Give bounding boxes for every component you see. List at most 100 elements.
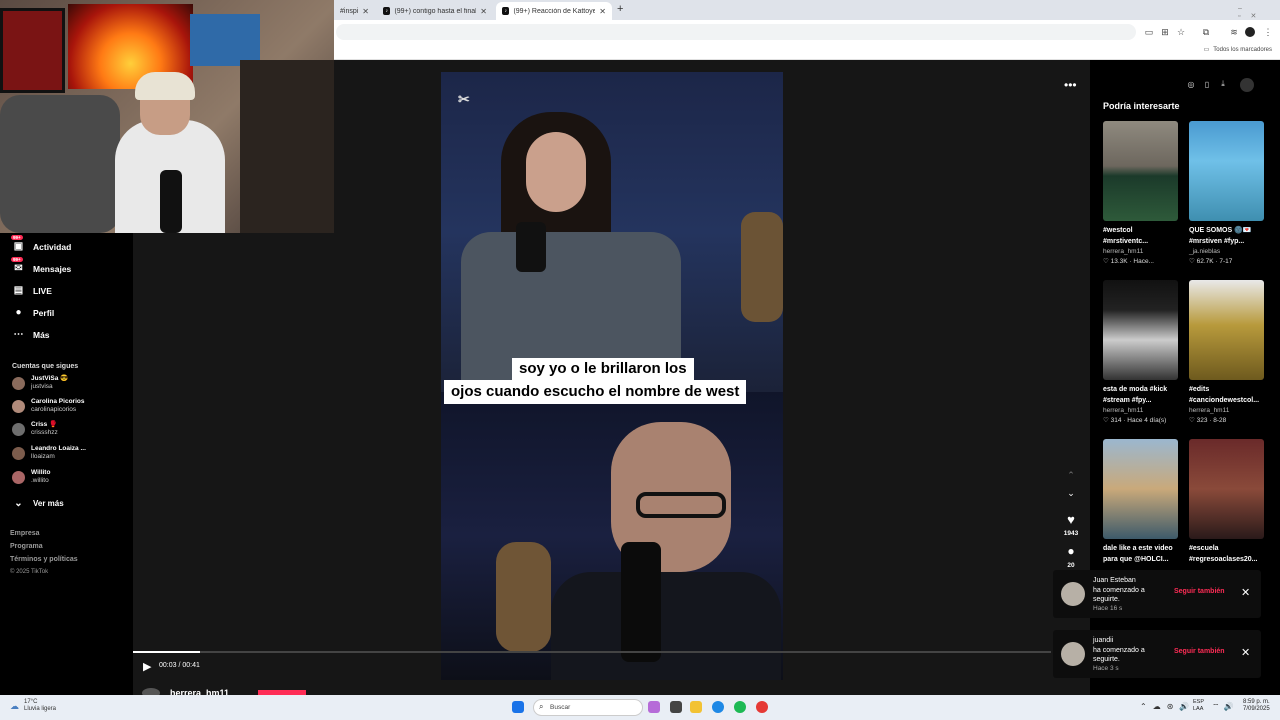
new-tab-button[interactable]: +: [617, 3, 623, 15]
footer-link[interactable]: Empresa: [10, 530, 40, 537]
sidebar-item-ms[interactable]: ⋯ Más: [12, 328, 50, 341]
next-video-icon[interactable]: ⌄: [1061, 488, 1081, 499]
browser-tab-2[interactable]: ♪ (99+) contigo hasta el final. #w ✕: [377, 2, 493, 20]
recommended-video-card[interactable]: esta de moda #kick #stream #fpy... herrera…: [1103, 280, 1179, 426]
account-avatar-icon[interactable]: [1240, 78, 1254, 92]
language-indicator[interactable]: ESP LAA: [1193, 699, 1204, 713]
network-battery-icons[interactable]: ⌔🔊: [1212, 702, 1237, 712]
account-handle: crissshzz: [31, 429, 58, 436]
menu-kebab-icon[interactable]: ⋮: [1262, 26, 1274, 38]
edge-icon[interactable]: [712, 701, 724, 713]
search-placeholder: Buscar: [550, 704, 571, 711]
close-icon[interactable]: ✕: [1241, 586, 1250, 599]
comment-icon[interactable]: ●: [1061, 544, 1081, 558]
like-heart-icon[interactable]: ♥: [1061, 512, 1081, 527]
file-explorer-icon[interactable]: [690, 701, 702, 713]
webcam-tv-screen: [190, 14, 260, 66]
system-tray-icons[interactable]: ⌃☁⊛🔊: [1140, 702, 1195, 711]
device-icon[interactable]: ▯: [1201, 78, 1213, 90]
recommended-video-card[interactable]: #westcol #mrstiventc... herrera_hm11 ♡ 13.3…: [1103, 121, 1179, 267]
search-icon: ⌕: [539, 702, 544, 711]
taskbar-clock[interactable]: 8:59 p. m. 7/09/2025: [1243, 699, 1270, 713]
spotify-icon[interactable]: [734, 701, 746, 713]
address-bar[interactable]: [336, 24, 1136, 40]
sidebar-item-actividad[interactable]: ▣ 99+ Actividad: [11, 235, 71, 253]
cast-icon[interactable]: ≋: [1228, 26, 1240, 38]
autoscroll-icon[interactable]: ◎: [1185, 78, 1197, 90]
card-title-line-2: para que @HOLCI...: [1103, 556, 1169, 563]
following-account[interactable]: JustViSa 😎 justvisa: [12, 375, 68, 391]
see-more-label: Ver más: [33, 499, 64, 508]
recommended-video-card[interactable]: QUE SOMOS 🌚💌 #mrstiven #fyp... _ja.nieblas…: [1189, 121, 1265, 267]
recommended-video-card[interactable]: #edits #canciondewestcol... herrera_hm11 ♡ …: [1189, 280, 1265, 426]
translate-icon[interactable]: ⊞: [1159, 26, 1171, 38]
video-thumbnail[interactable]: [1103, 121, 1178, 221]
following-account[interactable]: Leandro Loaiza ... lloaizam: [12, 445, 86, 461]
card-meta: ♡ 323 · 8-28: [1189, 417, 1227, 424]
taskbar-search[interactable]: Buscar: [533, 699, 643, 716]
see-more-button[interactable]: ⌄ Ver más: [12, 497, 64, 510]
layout-code: LAA: [1193, 706, 1204, 712]
previous-video-icon[interactable]: ⌃: [1061, 470, 1081, 481]
video-progress-bar[interactable]: [133, 651, 1051, 653]
card-meta: ♡ 62.7K · 7-17: [1189, 258, 1233, 265]
avatar[interactable]: [1061, 642, 1085, 666]
tiktok-icon: ♪: [383, 7, 391, 15]
card-author[interactable]: herrera_hm11: [1103, 247, 1179, 257]
bookmark-star-icon[interactable]: ☆: [1175, 26, 1187, 38]
window-controls[interactable]: –▫✕: [1238, 5, 1280, 20]
footer-link[interactable]: Programa: [10, 543, 43, 550]
following-account[interactable]: Willito .willito: [12, 469, 50, 485]
close-icon[interactable]: ✕: [1241, 646, 1250, 659]
recommended-video-card[interactable]: dale like a este video para que @HOLCI...: [1103, 439, 1179, 565]
chrome-icon[interactable]: [756, 701, 768, 713]
sidebar-item-live[interactable]: ▤ LIVE: [12, 284, 52, 297]
recommended-video-card[interactable]: #escuela #regresoaclases20...: [1189, 439, 1265, 565]
all-bookmarks-label: Todos los marcadores: [1213, 46, 1272, 53]
card-author[interactable]: _ja.nieblas: [1189, 247, 1265, 257]
webcam-microphone: [160, 170, 182, 233]
card-title-line-1: #westcol: [1103, 227, 1133, 234]
following-account[interactable]: Criss 🥊 crissshzz: [12, 421, 58, 437]
card-title-line-2: #mrstiven #fyp...: [1189, 238, 1245, 245]
play-icon[interactable]: ▶: [143, 660, 155, 673]
card-author[interactable]: herrera_hm11: [1103, 406, 1179, 416]
video-thumbnail[interactable]: [1103, 439, 1178, 539]
video-thumbnail[interactable]: [1189, 439, 1264, 539]
extensions-icon[interactable]: ⧉: [1200, 26, 1212, 38]
notification-time: Hace 3 s: [1093, 665, 1119, 672]
close-tab-icon[interactable]: ✕: [599, 7, 606, 16]
footer-link[interactable]: Términos y políticas: [10, 556, 78, 563]
folder-icon: ▭: [1203, 47, 1210, 53]
copilot-icon[interactable]: [648, 701, 660, 713]
video-thumbnail[interactable]: [1189, 280, 1264, 380]
following-title: Cuentas que sigues: [12, 363, 79, 370]
windows-start-icon[interactable]: [512, 701, 524, 713]
video-person2-shirt: [551, 572, 781, 680]
follow-back-button[interactable]: Seguir también: [1174, 588, 1225, 595]
more-options-icon[interactable]: •••: [1064, 78, 1077, 92]
card-author[interactable]: herrera_hm11: [1189, 406, 1265, 416]
video-thumbnail[interactable]: [1103, 280, 1178, 380]
language-code: ESP: [1193, 699, 1205, 705]
all-bookmarks[interactable]: ▭ Todos los marcadores: [1203, 46, 1272, 54]
card-title-line-2: #regresoaclases20...: [1189, 556, 1258, 563]
sidebar-item-mensajes[interactable]: ✉ 99+ Mensajes: [11, 257, 71, 275]
profile-avatar-icon[interactable]: [1244, 26, 1256, 38]
browser-tab-3[interactable]: ♪ (99+) Reacción de Kattoyes al m ✕: [496, 2, 612, 20]
browser-tab-1[interactable]: #inspi ✕: [334, 2, 374, 20]
task-view-icon[interactable]: [670, 701, 682, 713]
install-icon[interactable]: ▭: [1143, 26, 1155, 38]
close-tab-icon[interactable]: ✕: [362, 7, 369, 16]
following-account[interactable]: Carolina Picorios carolinapicorios: [12, 398, 84, 414]
webcam-chair: [0, 95, 120, 233]
avatar: [12, 422, 25, 436]
avatar[interactable]: [1061, 582, 1085, 606]
video-thumbnail[interactable]: [1189, 121, 1264, 221]
sidebar-item-perfil[interactable]: ● Perfil: [12, 306, 54, 319]
download-icon[interactable]: ⤓: [1217, 78, 1229, 90]
follow-back-button[interactable]: Seguir también: [1174, 648, 1225, 655]
webcam-shelf: [240, 60, 334, 233]
message-icon: ✉ 99+: [11, 257, 23, 274]
close-tab-icon[interactable]: ✕: [480, 7, 487, 16]
